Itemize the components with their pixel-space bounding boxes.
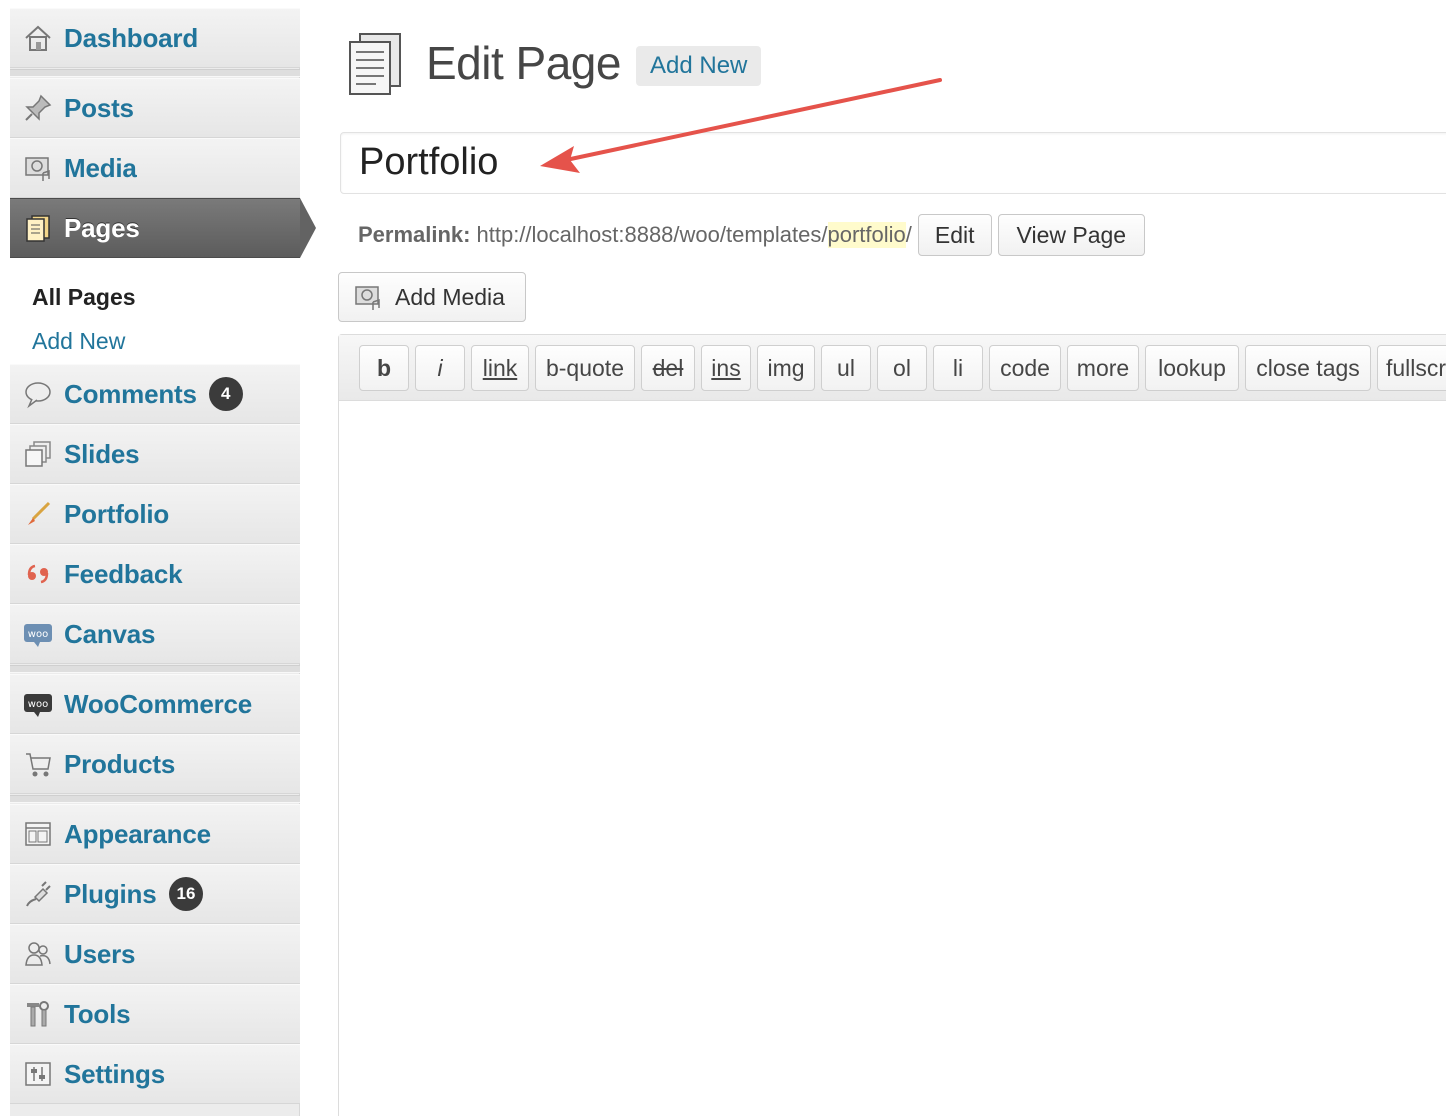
pages-icon (20, 210, 56, 246)
permalink-url-base[interactable]: http://localhost:8888/woo/templates/ (477, 222, 828, 248)
comments-count-badge: 4 (208, 377, 243, 411)
main-content: Edit Page Add New Portfolio Permalink: h… (338, 0, 1446, 1116)
qt-more-button[interactable]: more (1067, 345, 1139, 391)
qt-italic-button[interactable]: i (415, 345, 465, 391)
menu-item-posts[interactable]: Posts (10, 78, 300, 138)
menu-item-pages[interactable]: Pages (10, 198, 300, 258)
menu-label-woocommerce: WooCommerce (64, 688, 253, 719)
edit-page-icon (344, 30, 406, 96)
page-title: Edit Page (426, 37, 621, 89)
qt-blockquote-button[interactable]: b-quote (535, 345, 635, 391)
menu-label-portfolio: Portfolio (64, 498, 170, 529)
post-title-input[interactable]: Portfolio (340, 132, 1446, 194)
paintbrush-icon (20, 496, 56, 532)
qt-fullscreen-button[interactable]: fullscr (1377, 345, 1446, 391)
qt-ins-button[interactable]: ins (701, 345, 751, 391)
qt-ol-button[interactable]: ol (877, 345, 927, 391)
pushpin-icon (20, 90, 56, 126)
woo-bubble-icon: woo (20, 686, 56, 722)
pages-submenu: All Pages Add New (10, 258, 300, 366)
settings-sliders-icon (20, 1056, 56, 1092)
house-icon (20, 20, 56, 56)
menu-label-pages: Pages (64, 212, 140, 243)
qt-img-button[interactable]: img (757, 345, 815, 391)
menu-item-media[interactable]: Media (10, 138, 300, 198)
permalink-label: Permalink: (358, 222, 471, 247)
menu-label-users: Users (64, 938, 136, 969)
menu-item-canvas[interactable]: woo Canvas (10, 604, 300, 664)
admin-sidebar: Dashboard Posts Media Pages All Pages Ad… (10, 8, 316, 1116)
menu-label-appearance: Appearance (64, 818, 211, 849)
slides-stack-icon (20, 436, 56, 472)
permalink-edit-button[interactable]: Edit (917, 214, 992, 256)
menu-label-comments: Comments (64, 378, 197, 409)
menu-label-tools: Tools (64, 998, 131, 1029)
appearance-layout-icon (20, 816, 56, 852)
menu-item-woocommerce[interactable]: woo WooCommerce (10, 674, 300, 734)
media-camera-icon (353, 282, 383, 312)
menu-label-dashboard: Dashboard (64, 22, 199, 53)
submenu-all-pages[interactable]: All Pages (32, 284, 136, 311)
quote-marks-icon (20, 556, 56, 592)
menu-item-users[interactable]: Users (10, 924, 300, 984)
menu-item-dashboard[interactable]: Dashboard (10, 8, 300, 68)
menu-separator (10, 665, 300, 673)
qt-close-tags-button[interactable]: close tags (1245, 345, 1371, 391)
menu-item-slides[interactable]: Slides (10, 424, 300, 484)
add-new-page-button[interactable]: Add New (636, 46, 762, 86)
plug-icon (20, 876, 56, 912)
woo-canvas-icon: woo (20, 616, 56, 652)
submenu-add-new[interactable]: Add New (32, 328, 125, 355)
menu-item-plugins[interactable]: Plugins 16 (10, 864, 300, 924)
menu-item-products[interactable]: Products (10, 734, 300, 794)
menu-separator (10, 795, 300, 803)
plugins-count-badge: 16 (168, 877, 204, 911)
add-media-label: Add Media (395, 283, 505, 310)
permalink-trailing: / (905, 222, 912, 247)
menu-label-slides: Slides (64, 438, 140, 469)
menu-item-feedback[interactable]: Feedback (10, 544, 300, 604)
shopping-cart-icon (20, 746, 56, 782)
qt-bold-button[interactable]: b (359, 345, 409, 391)
svg-text:woo: woo (28, 699, 48, 710)
menu-label-media: Media (64, 152, 137, 183)
qt-link-button[interactable]: link (471, 345, 529, 391)
menu-item-appearance[interactable]: Appearance (10, 804, 300, 864)
current-menu-arrow (300, 198, 316, 258)
media-camera-icon (20, 150, 56, 186)
menu-label-plugins: Plugins (64, 878, 157, 909)
users-icon (20, 936, 56, 972)
menu-label-feedback: Feedback (64, 558, 183, 589)
editor-content-area[interactable] (339, 401, 1446, 1116)
qt-ul-button[interactable]: ul (821, 345, 871, 391)
tools-icon (20, 996, 56, 1032)
menu-item-comments[interactable]: Comments 4 (10, 364, 300, 424)
qt-code-button[interactable]: code (989, 345, 1061, 391)
menu-separator (10, 69, 300, 77)
permalink-slug[interactable]: portfolio (827, 222, 906, 248)
menu-label-posts: Posts (64, 92, 134, 123)
qt-del-button[interactable]: del (641, 345, 695, 391)
menu-label-products: Products (64, 748, 176, 779)
add-media-button[interactable]: Add Media (338, 272, 526, 322)
speech-bubble-icon (20, 376, 56, 412)
menu-item-settings[interactable]: Settings (10, 1044, 300, 1104)
post-title-value: Portfolio (359, 141, 499, 183)
permalink-row: Permalink: http://localhost:8888/woo/tem… (358, 214, 1146, 256)
menu-item-portfolio[interactable]: Portfolio (10, 484, 300, 544)
svg-text:woo: woo (28, 629, 48, 640)
view-page-button[interactable]: View Page (997, 214, 1146, 256)
menu-label-settings: Settings (64, 1058, 165, 1089)
menu-item-tools[interactable]: Tools (10, 984, 300, 1044)
qt-lookup-button[interactable]: lookup (1145, 345, 1239, 391)
quicktags-toolbar: b i link b-quote del ins img ul ol li co… (339, 335, 1446, 401)
text-editor: b i link b-quote del ins img ul ol li co… (338, 334, 1446, 1116)
qt-li-button[interactable]: li (933, 345, 983, 391)
menu-label-canvas: Canvas (64, 618, 156, 649)
